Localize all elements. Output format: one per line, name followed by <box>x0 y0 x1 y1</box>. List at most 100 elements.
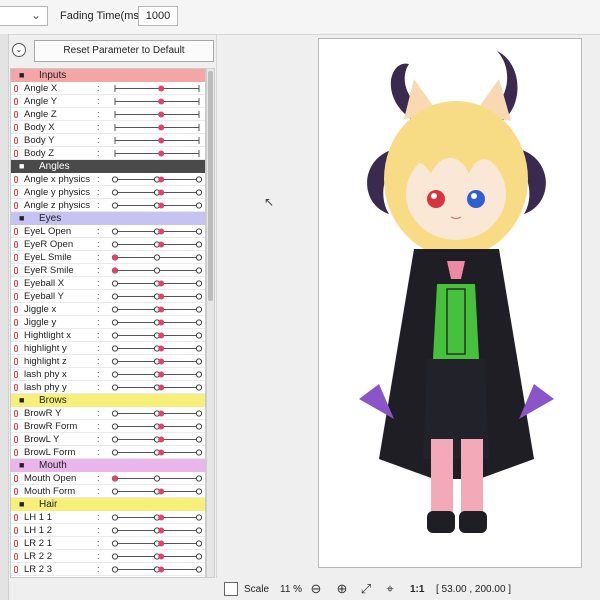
parameter-slider[interactable] <box>111 199 203 212</box>
slider-knob <box>158 566 165 573</box>
group-header[interactable]: ■ Inputs <box>11 69 205 82</box>
parameter-row[interactable]: Jiggle y: <box>11 316 205 329</box>
parameter-row[interactable]: Angle Y: <box>11 95 205 108</box>
parameter-row[interactable]: LR 2 3: <box>11 563 205 576</box>
group-header[interactable]: ■ Angles <box>11 160 205 173</box>
parameter-slider[interactable] <box>111 433 203 446</box>
separator: : <box>97 330 100 340</box>
parameter-row[interactable]: Eyeball X: <box>11 277 205 290</box>
parameter-row[interactable]: EyeL Smile: <box>11 251 205 264</box>
parameter-row[interactable]: Angle y physics: <box>11 186 205 199</box>
separator: : <box>97 317 100 327</box>
parameter-slider[interactable] <box>111 121 203 134</box>
parameter-slider[interactable] <box>111 329 203 342</box>
cursor-coordinates: [ 53.00 , 200.00 ] <box>436 584 512 595</box>
parameter-slider[interactable] <box>111 550 203 563</box>
parameter-slider[interactable] <box>111 277 203 290</box>
parameter-slider[interactable] <box>111 485 203 498</box>
parameter-slider[interactable] <box>111 225 203 238</box>
parameter-slider[interactable] <box>111 446 203 459</box>
parameter-slider[interactable] <box>111 303 203 316</box>
group-header[interactable]: ■ Hair <box>11 498 205 511</box>
parameter-slider[interactable] <box>111 82 203 95</box>
parameter-slider[interactable] <box>111 95 203 108</box>
parameter-slider[interactable] <box>111 355 203 368</box>
parameter-slider[interactable] <box>111 524 203 537</box>
group-header[interactable]: ■ Eyes <box>11 212 205 225</box>
separator: : <box>97 486 100 496</box>
parameter-row[interactable]: Hightlight x: <box>11 329 205 342</box>
parameter-row[interactable]: lash phy x: <box>11 368 205 381</box>
scale-checkbox[interactable] <box>224 582 238 596</box>
reset-parameters-button[interactable]: Reset Parameter to Default <box>34 40 214 62</box>
parameter-slider[interactable] <box>111 537 203 550</box>
parameter-row[interactable]: EyeR Smile: <box>11 264 205 277</box>
parameter-row[interactable]: Mouth Form: <box>11 485 205 498</box>
model-canvas[interactable] <box>318 38 582 568</box>
separator: : <box>97 473 100 483</box>
parameter-slider[interactable] <box>111 134 203 147</box>
parameter-row[interactable]: EyeL Open: <box>11 225 205 238</box>
parameter-row[interactable]: Angle Z: <box>11 108 205 121</box>
parameter-slider[interactable] <box>111 342 203 355</box>
folder-icon: ■ <box>19 161 25 171</box>
parameter-row[interactable]: Body Y: <box>11 134 205 147</box>
parameter-slider[interactable] <box>111 264 203 277</box>
parameter-row[interactable]: Angle z physics: <box>11 199 205 212</box>
fit-to-screen-icon[interactable]: ⤢ <box>358 581 374 597</box>
scrollbar-thumb[interactable] <box>208 71 213 301</box>
parameter-slider[interactable] <box>111 147 203 160</box>
parameter-row[interactable]: LH 1 2: <box>11 524 205 537</box>
parameter-slider[interactable] <box>111 186 203 199</box>
model-dropdown[interactable]: ⌄ <box>0 6 48 26</box>
parameter-row[interactable]: BrowR Form: <box>11 420 205 433</box>
fading-time-input[interactable]: 1000 <box>138 6 178 26</box>
parameter-row[interactable]: Body Z: <box>11 147 205 160</box>
collapse-toggle-icon[interactable]: ⌄ <box>12 43 26 57</box>
zoom-in-icon[interactable]: ⊕ <box>334 581 350 597</box>
parameter-slider[interactable] <box>111 251 203 264</box>
keyform-point <box>111 189 119 196</box>
parameter-row[interactable]: LH 1 1: <box>11 511 205 524</box>
group-header[interactable]: ■ Mouth <box>11 459 205 472</box>
zoom-out-icon[interactable]: ⊖ <box>308 581 324 597</box>
parameter-row[interactable]: Eyeball Y: <box>11 290 205 303</box>
separator: : <box>97 382 100 392</box>
center-view-icon[interactable]: ⌖ <box>382 581 398 597</box>
parameter-row[interactable]: lash phy y: <box>11 381 205 394</box>
parameter-slider[interactable] <box>111 316 203 329</box>
parameter-row[interactable]: Angle x physics: <box>11 173 205 186</box>
parameter-slider[interactable] <box>111 511 203 524</box>
parameter-scrollbar[interactable] <box>206 68 215 578</box>
parameter-row[interactable]: LR 2 2: <box>11 550 205 563</box>
parameter-slider[interactable] <box>111 173 203 186</box>
parameter-slider[interactable] <box>111 563 203 576</box>
parameter-row[interactable]: Angle X: <box>11 82 205 95</box>
parameter-slider[interactable] <box>111 472 203 485</box>
parameter-row[interactable]: Body X: <box>11 121 205 134</box>
separator: : <box>97 564 100 574</box>
parameter-icon <box>14 293 18 300</box>
group-header[interactable]: ■ Brows <box>11 394 205 407</box>
parameter-slider[interactable] <box>111 290 203 303</box>
parameter-slider[interactable] <box>111 238 203 251</box>
parameter-slider[interactable] <box>111 381 203 394</box>
parameter-icon <box>14 488 18 495</box>
parameter-row[interactable]: BrowL Y: <box>11 433 205 446</box>
slider-knob <box>158 137 165 144</box>
parameter-row[interactable]: BrowR Y: <box>11 407 205 420</box>
parameter-slider[interactable] <box>111 420 203 433</box>
parameter-slider[interactable] <box>111 108 203 121</box>
parameter-row[interactable]: highlight z: <box>11 355 205 368</box>
parameter-row[interactable]: LR 2 1: <box>11 537 205 550</box>
group-name: Angles <box>39 161 70 172</box>
panel-divider[interactable] <box>216 34 217 578</box>
parameter-slider[interactable] <box>111 368 203 381</box>
parameter-row[interactable]: BrowL Form: <box>11 446 205 459</box>
parameter-row[interactable]: Jiggle x: <box>11 303 205 316</box>
parameter-row[interactable]: highlight y: <box>11 342 205 355</box>
parameter-row[interactable]: EyeR Open: <box>11 238 205 251</box>
separator: : <box>97 187 100 197</box>
parameter-row[interactable]: Mouth Open: <box>11 472 205 485</box>
parameter-slider[interactable] <box>111 407 203 420</box>
